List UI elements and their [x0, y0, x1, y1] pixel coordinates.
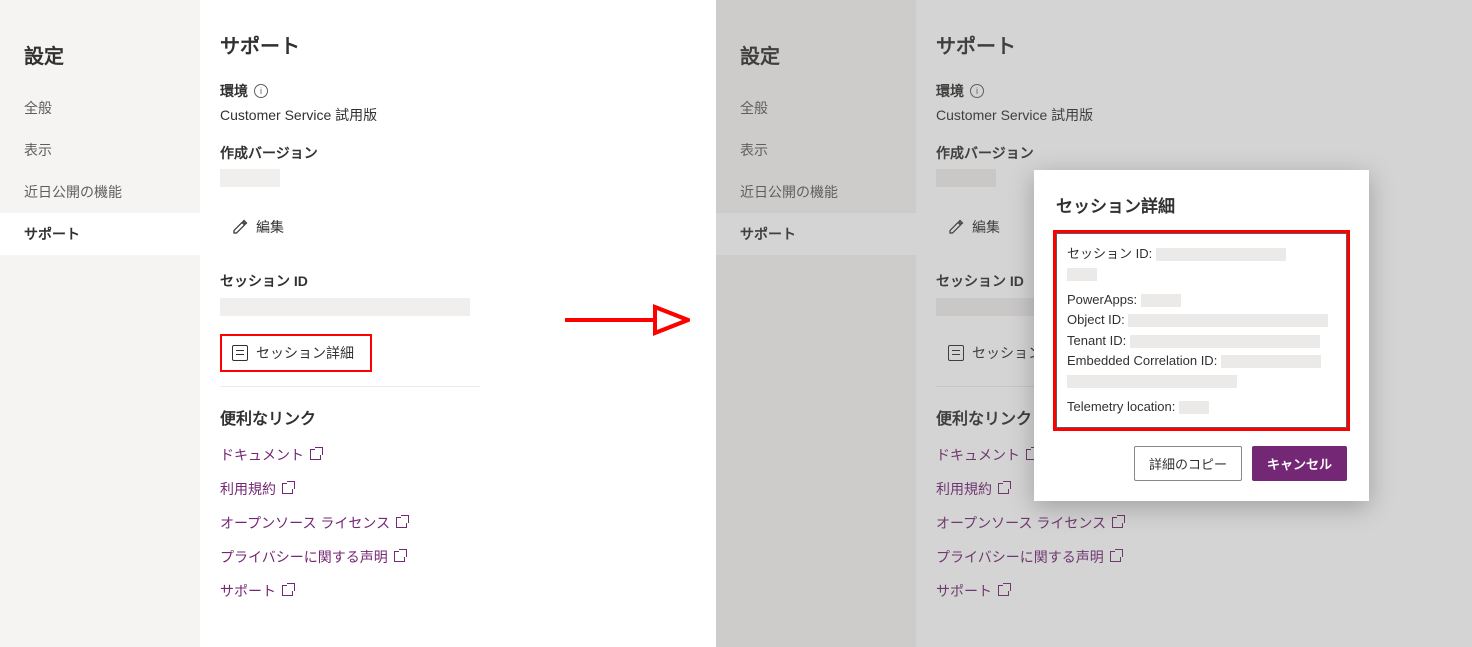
link-oss[interactable]: オープンソース ライセンス	[220, 513, 694, 533]
field-correlation-id: Embedded Correlation ID:	[1067, 353, 1217, 368]
external-icon	[282, 483, 293, 494]
divider	[220, 386, 480, 387]
redacted-value	[1067, 268, 1097, 281]
link-label: サポート	[220, 581, 276, 601]
session-id-redacted	[220, 298, 470, 316]
field-powerapps: PowerApps:	[1067, 292, 1137, 307]
before-state: 設定 全般 表示 近日公開の機能 サポート サポート 環境 i Customer…	[0, 0, 716, 647]
cancel-button[interactable]: キャンセル	[1252, 446, 1347, 481]
link-label: プライバシーに関する声明	[220, 547, 388, 567]
after-state: 設定 全般 表示 近日公開の機能 サポート サポート 環境 i Customer…	[716, 0, 1472, 647]
field-session-id: セッション ID:	[1067, 246, 1152, 261]
external-icon	[394, 551, 405, 562]
session-details-box[interactable]: セッション ID: PowerApps: Object ID: Tenant I…	[1056, 233, 1347, 428]
redacted-value	[1130, 335, 1320, 348]
field-telemetry: Telemetry location:	[1067, 399, 1175, 414]
version-value-redacted	[220, 169, 280, 187]
document-icon	[232, 345, 248, 361]
redacted-value	[1128, 314, 1328, 327]
session-details-label: セッション詳細	[256, 343, 354, 363]
session-details-button[interactable]: セッション詳細	[220, 334, 372, 372]
sidebar-title: 設定	[0, 40, 200, 87]
edit-label: 編集	[256, 217, 284, 237]
nav-support[interactable]: サポート	[0, 213, 200, 255]
edit-button[interactable]: 編集	[228, 211, 288, 243]
page-title: サポート	[220, 30, 694, 59]
session-details-dialog: セッション詳細 セッション ID: PowerApps: Object ID: …	[1034, 170, 1369, 501]
link-label: オープンソース ライセンス	[220, 513, 390, 533]
dialog-title: セッション詳細	[1056, 192, 1347, 217]
redacted-value	[1067, 375, 1237, 388]
copy-details-button[interactable]: 詳細のコピー	[1134, 446, 1242, 481]
annotation-arrow	[560, 295, 690, 350]
redacted-value	[1221, 355, 1321, 368]
useful-links-title: 便利なリンク	[220, 405, 694, 429]
external-icon	[310, 449, 321, 460]
info-icon[interactable]: i	[254, 84, 268, 98]
nav-general[interactable]: 全般	[0, 87, 200, 129]
external-icon	[282, 585, 293, 596]
field-tenant-id: Tenant ID:	[1067, 333, 1126, 348]
redacted-value	[1179, 401, 1209, 414]
dialog-buttons: 詳細のコピー キャンセル	[1056, 446, 1347, 481]
version-label: 作成バージョン	[220, 143, 694, 163]
pencil-icon	[232, 219, 248, 235]
link-terms[interactable]: 利用規約	[220, 479, 694, 499]
env-label: 環境	[220, 81, 248, 101]
field-object-id: Object ID:	[1067, 312, 1125, 327]
env-value: Customer Service 試用版	[220, 105, 694, 125]
link-support[interactable]: サポート	[220, 581, 694, 601]
nav-display[interactable]: 表示	[0, 129, 200, 171]
link-docs[interactable]: ドキュメント	[220, 445, 694, 465]
nav-upcoming[interactable]: 近日公開の機能	[0, 171, 200, 213]
redacted-value	[1141, 294, 1181, 307]
env-label-row: 環境 i	[220, 81, 694, 101]
link-label: ドキュメント	[220, 445, 304, 465]
session-id-label: セッション ID	[220, 271, 694, 291]
link-privacy[interactable]: プライバシーに関する声明	[220, 547, 694, 567]
settings-sidebar: 設定 全般 表示 近日公開の機能 サポート	[0, 0, 200, 647]
redacted-value	[1156, 248, 1286, 261]
external-icon	[396, 517, 407, 528]
link-label: 利用規約	[220, 479, 276, 499]
